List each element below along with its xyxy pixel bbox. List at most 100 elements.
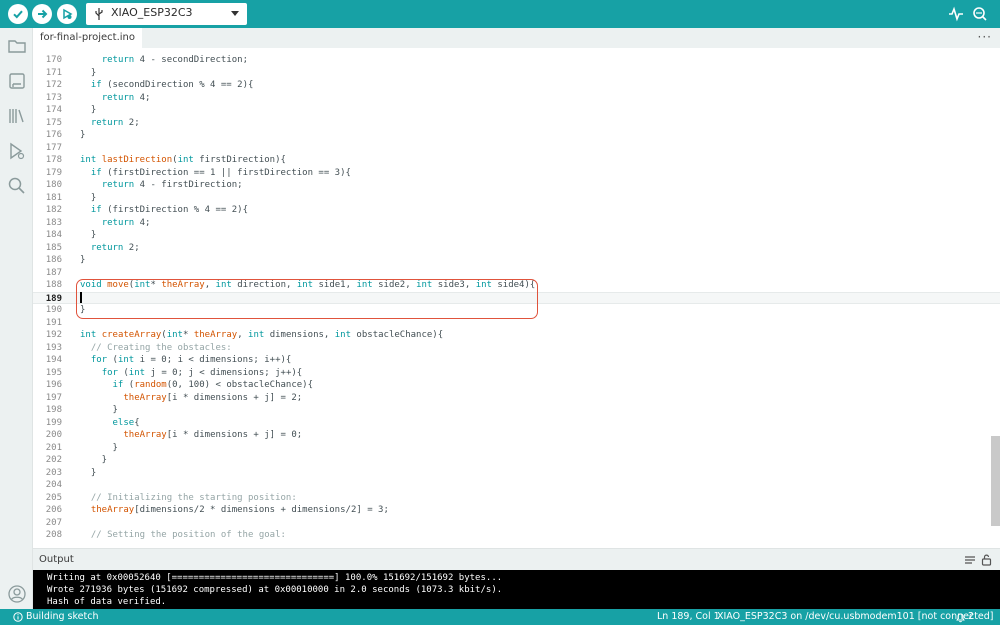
code-line[interactable]: 202 } bbox=[33, 454, 1000, 467]
code-line[interactable]: 193 // Creating the obstacles: bbox=[33, 342, 1000, 355]
code-line[interactable]: 173 return 4; bbox=[33, 92, 1000, 105]
code-line[interactable]: 181 } bbox=[33, 192, 1000, 205]
code-line[interactable]: 200 theArray[i * dimensions + j] = 0; bbox=[33, 429, 1000, 442]
code-line[interactable]: 182 if (firstDirection % 4 == 2){ bbox=[33, 204, 1000, 217]
line-number: 203 bbox=[45, 467, 62, 478]
code-text[interactable]: return 2; bbox=[80, 242, 140, 255]
code-line[interactable]: 187 bbox=[33, 267, 1000, 280]
code-text[interactable]: // Initializing the starting position: bbox=[80, 492, 297, 505]
code-line[interactable]: 177 bbox=[33, 142, 1000, 155]
code-line[interactable]: 185 return 2; bbox=[33, 242, 1000, 255]
board-port-status[interactable]: XIAO_ESP32C3 on /dev/cu.usbmodem101 [not… bbox=[717, 611, 994, 622]
line-number: 191 bbox=[45, 317, 62, 328]
code-line[interactable]: 197 theArray[i * dimensions + j] = 2; bbox=[33, 392, 1000, 405]
verify-button[interactable] bbox=[8, 4, 28, 24]
code-line[interactable]: 183 return 4; bbox=[33, 217, 1000, 230]
line-number: 180 bbox=[45, 180, 62, 190]
code-text[interactable]: } bbox=[80, 454, 107, 467]
code-line[interactable]: 199 else{ bbox=[33, 417, 1000, 430]
code-text[interactable]: for (int j = 0; j < dimensions; j++){ bbox=[80, 367, 303, 380]
code-line[interactable]: 196 if (random(0, 100) < obstacleChance)… bbox=[33, 379, 1000, 392]
code-text[interactable]: return 4; bbox=[80, 217, 151, 230]
notification-bell-icon[interactable] bbox=[955, 612, 966, 623]
code-line[interactable]: 203 } bbox=[33, 467, 1000, 480]
code-line[interactable]: 184 } bbox=[33, 229, 1000, 242]
code-line[interactable]: 178 int lastDirection(int firstDirection)… bbox=[33, 154, 1000, 167]
code-line[interactable]: 206 theArray[dimensions/2 * dimensions +… bbox=[33, 504, 1000, 517]
clear-output-icon[interactable] bbox=[964, 554, 976, 566]
lock-icon[interactable] bbox=[981, 553, 992, 566]
board-name: XIAO_ESP32C3 bbox=[111, 6, 193, 19]
notification-count[interactable]: 2 bbox=[968, 611, 974, 622]
code-text[interactable]: } bbox=[80, 229, 96, 242]
upload-button[interactable] bbox=[32, 4, 52, 24]
debug-icon[interactable] bbox=[7, 141, 27, 161]
code-text[interactable]: } bbox=[80, 442, 118, 455]
cursor-position[interactable]: Ln 189, Col 1 bbox=[657, 611, 720, 622]
check-icon bbox=[13, 10, 23, 19]
code-line[interactable]: 204 bbox=[33, 479, 1000, 492]
status-bar: Building sketch Ln 189, Col 1 XIAO_ESP32… bbox=[0, 609, 1000, 625]
code-line[interactable]: 194 for (int i = 0; i < dimensions; i++)… bbox=[33, 354, 1000, 367]
code-line[interactable]: 180 return 4 - firstDirection; bbox=[33, 179, 1000, 192]
code-text[interactable]: return 4; bbox=[80, 92, 151, 105]
boards-manager-icon[interactable] bbox=[7, 71, 27, 91]
code-text[interactable]: } bbox=[80, 254, 85, 267]
code-line[interactable]: 170 return 4 - secondDirection; bbox=[33, 54, 1000, 67]
debug-button[interactable] bbox=[57, 4, 77, 24]
line-number: 187 bbox=[45, 267, 62, 278]
code-text[interactable]: for (int i = 0; i < dimensions; i++){ bbox=[80, 354, 292, 367]
code-line[interactable]: 171 } bbox=[33, 67, 1000, 80]
line-number: 199 bbox=[45, 417, 62, 428]
code-text[interactable]: } bbox=[80, 104, 96, 117]
line-number: 202 bbox=[45, 455, 62, 465]
board-selector[interactable]: XIAO_ESP32C3 bbox=[86, 3, 247, 25]
code-text[interactable]: int createArray(int* theArray, int dimen… bbox=[80, 329, 443, 342]
code-text[interactable]: theArray[dimensions/2 * dimensions + dim… bbox=[80, 504, 389, 517]
library-icon[interactable] bbox=[7, 106, 27, 126]
code-text[interactable]: return 4 - secondDirection; bbox=[80, 54, 248, 67]
code-line[interactable]: 205 // Initializing the starting positio… bbox=[33, 492, 1000, 505]
magnifier-dots-icon[interactable] bbox=[972, 6, 990, 22]
code-line[interactable]: 201 } bbox=[33, 442, 1000, 455]
code-text[interactable]: if (firstDirection % 4 == 2){ bbox=[80, 204, 248, 217]
line-number: 186 bbox=[45, 255, 62, 265]
code-text[interactable]: int lastDirection(int firstDirection){ bbox=[80, 154, 286, 167]
account-icon[interactable] bbox=[7, 584, 27, 604]
code-line[interactable]: 198 } bbox=[33, 404, 1000, 417]
code-text[interactable]: return 2; bbox=[80, 117, 140, 130]
code-editor[interactable]: 170 return 4 - secondDirection; 171 } 172 … bbox=[33, 48, 1000, 546]
code-text[interactable]: else{ bbox=[80, 417, 140, 430]
code-line[interactable]: 176} bbox=[33, 129, 1000, 142]
code-line[interactable]: 195 for (int j = 0; j < dimensions; j++)… bbox=[33, 367, 1000, 380]
code-text[interactable]: theArray[i * dimensions + j] = 0; bbox=[80, 429, 302, 442]
code-text[interactable]: } bbox=[80, 67, 96, 80]
code-line[interactable]: 175 return 2; bbox=[33, 117, 1000, 130]
code-line[interactable]: 207 bbox=[33, 517, 1000, 530]
code-text[interactable]: } bbox=[80, 192, 96, 205]
code-line[interactable]: 208 // Setting the position of the goal: bbox=[33, 529, 1000, 542]
line-number: 182 bbox=[45, 205, 62, 215]
code-line[interactable]: 174 } bbox=[33, 104, 1000, 117]
folder-icon[interactable] bbox=[7, 36, 27, 56]
output-panel-header: Output bbox=[33, 548, 1000, 570]
code-text[interactable]: } bbox=[80, 129, 85, 142]
code-line[interactable]: 186} bbox=[33, 254, 1000, 267]
code-line[interactable]: 179 if (firstDirection == 1 || firstDire… bbox=[33, 167, 1000, 180]
code-text[interactable]: // Setting the position of the goal: bbox=[80, 529, 286, 542]
code-text[interactable]: if (secondDirection % 4 == 2){ bbox=[80, 79, 254, 92]
code-line[interactable]: 172 if (secondDirection % 4 == 2){ bbox=[33, 79, 1000, 92]
more-actions-icon[interactable]: ··· bbox=[978, 30, 992, 44]
tab-sketch-file[interactable]: for-final-project.ino bbox=[33, 28, 142, 48]
editor-scrollbar[interactable] bbox=[991, 436, 1000, 526]
code-text[interactable]: if (firstDirection == 1 || firstDirectio… bbox=[80, 167, 351, 180]
code-text[interactable]: } bbox=[80, 467, 96, 480]
code-text[interactable]: // Creating the obstacles: bbox=[80, 342, 232, 355]
code-text[interactable]: } bbox=[80, 404, 118, 417]
pulse-icon[interactable] bbox=[948, 6, 964, 22]
search-icon[interactable] bbox=[7, 176, 27, 196]
code-text[interactable]: if (random(0, 100) < obstacleChance){ bbox=[80, 379, 314, 392]
code-line[interactable]: 192 int createArray(int* theArray, int di… bbox=[33, 329, 1000, 342]
code-text[interactable]: return 4 - firstDirection; bbox=[80, 179, 243, 192]
code-text[interactable]: theArray[i * dimensions + j] = 2; bbox=[80, 392, 302, 405]
